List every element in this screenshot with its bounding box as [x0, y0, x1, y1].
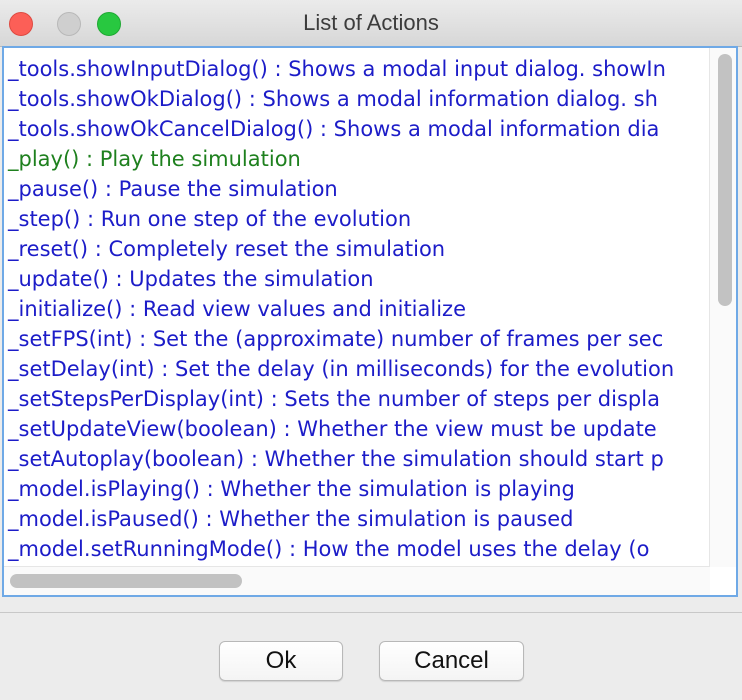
action-list-item[interactable]: _tools.showInputDialog() : Shows a modal…: [8, 54, 666, 84]
horizontal-scrollbar-thumb[interactable]: [10, 574, 242, 588]
action-list-item[interactable]: _reset() : Completely reset the simulati…: [8, 234, 445, 264]
window-title: List of Actions: [303, 10, 439, 35]
action-list-item[interactable]: _setFPS(int) : Set the (approximate) num…: [8, 324, 663, 354]
action-list-item[interactable]: _setAutoplay(boolean) : Whether the simu…: [8, 444, 664, 474]
action-list-item[interactable]: _tools.showOkDialog() : Shows a modal in…: [8, 84, 658, 114]
action-list-item[interactable]: _model.isPlaying() : Whether the simulat…: [8, 474, 575, 504]
action-list-item[interactable]: _play() : Play the simulation: [8, 144, 301, 174]
title-bar[interactable]: List of Actions: [0, 0, 742, 47]
action-list-item[interactable]: _setDelay(int) : Set the delay (in milli…: [8, 354, 674, 384]
ok-button[interactable]: Ok: [219, 641, 343, 681]
actions-list-box[interactable]: _tools.showInputDialog() : Shows a modal…: [2, 46, 738, 597]
vertical-scrollbar[interactable]: [709, 48, 736, 567]
cancel-button[interactable]: Cancel: [379, 641, 524, 681]
divider: [0, 612, 742, 613]
actions-list[interactable]: _tools.showInputDialog() : Shows a modal…: [4, 48, 710, 567]
action-list-item[interactable]: _update() : Updates the simulation: [8, 264, 374, 294]
action-list-item[interactable]: _pause() : Pause the simulation: [8, 174, 338, 204]
action-list-item[interactable]: _step() : Run one step of the evolution: [8, 204, 411, 234]
action-list-item[interactable]: _setUpdateView(boolean) : Whether the vi…: [8, 414, 657, 444]
scrollbar-corner: [710, 567, 736, 595]
action-list-item[interactable]: _setStepsPerDisplay(int) : Sets the numb…: [8, 384, 660, 414]
action-list-item[interactable]: _model.isPaused() : Whether the simulati…: [8, 504, 573, 534]
action-list-item[interactable]: _initialize() : Read view values and ini…: [8, 294, 466, 324]
horizontal-scrollbar[interactable]: [4, 566, 710, 595]
action-list-item[interactable]: _tools.showOkCancelDialog() : Shows a mo…: [8, 114, 659, 144]
action-list-item[interactable]: _model.setRunningMode() : How the model …: [8, 534, 649, 564]
vertical-scrollbar-thumb[interactable]: [718, 54, 732, 306]
list-of-actions-dialog: List of Actions _tools.showInputDialog()…: [0, 0, 742, 700]
